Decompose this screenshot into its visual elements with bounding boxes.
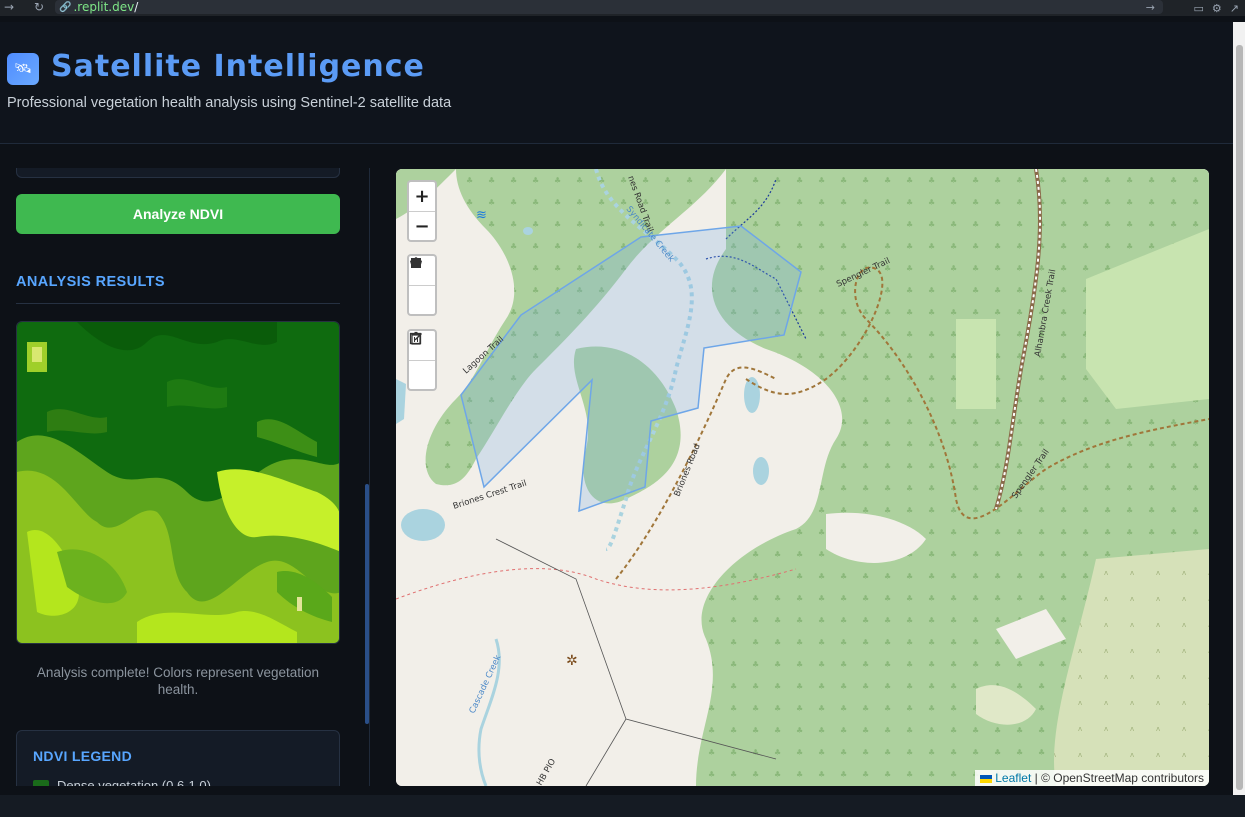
device-icon[interactable]: ▭	[1194, 2, 1204, 15]
map-tiles[interactable]: ♣ ᴧ	[396, 169, 1209, 786]
svg-text:✲: ✲	[566, 653, 578, 669]
leaflet-link[interactable]: Leaflet	[995, 771, 1031, 785]
reload-icon[interactable]: ↻	[30, 0, 48, 16]
go-arrow-icon[interactable]: →	[1146, 1, 1155, 14]
sidebar-divider	[369, 168, 370, 786]
legend-item: Dense vegetation (0.6-1.0)	[33, 778, 211, 786]
url-path: /	[134, 0, 139, 14]
legend-swatch	[33, 779, 49, 786]
analysis-results-heading: ANALYSIS RESULTS	[16, 274, 166, 290]
trash-icon	[411, 331, 421, 345]
ndvi-result-image	[16, 321, 340, 644]
previous-section-card	[16, 168, 340, 178]
map-view[interactable]: ♣ ᴧ	[396, 169, 1209, 786]
draw-toolbar	[407, 254, 437, 316]
delete-layers-button[interactable]	[409, 331, 435, 389]
forward-icon[interactable]: →	[0, 0, 18, 16]
page-scrollbar-thumb[interactable]	[1236, 45, 1243, 790]
page-subtitle: Professional vegetation health analysis …	[7, 95, 452, 111]
ukraine-flag-icon	[979, 774, 992, 783]
rectangle-icon	[411, 258, 421, 268]
ndvi-legend-card: NDVI LEGEND Dense vegetation (0.6-1.0)	[16, 730, 340, 786]
map-attribution: Leaflet | © OpenStreetMap contributors	[974, 770, 1209, 786]
legend-label: Dense vegetation (0.6-1.0)	[57, 778, 211, 786]
link-icon: 🔗	[59, 1, 72, 13]
bottom-bar	[0, 795, 1245, 817]
zoom-out-button[interactable]: −	[409, 211, 435, 240]
analyze-ndvi-button[interactable]: Analyze NDVI	[16, 194, 340, 234]
edit-toolbar	[407, 329, 437, 391]
svg-text:≋: ≋	[476, 208, 487, 223]
divider	[16, 303, 340, 304]
zoom-control: + −	[407, 180, 437, 242]
browser-toolbar: → ↻ 🔗 .replit.dev / → ▭ ⚙ ↗	[0, 0, 1245, 16]
satellite-logo-icon: 🛰	[7, 53, 39, 85]
page-title: Satellite Intelligence	[51, 49, 425, 84]
legend-title: NDVI LEGEND	[33, 748, 132, 764]
address-bar[interactable]: 🔗 .replit.dev / →	[55, 0, 1163, 14]
attribution-text: | © OpenStreetMap contributors	[1034, 771, 1204, 785]
devtools-icon[interactable]: ⚙	[1212, 2, 1222, 15]
sidebar: Analyze NDVI ANALYSIS RESULTS Analysis c…	[0, 168, 370, 786]
open-external-icon[interactable]: ↗	[1230, 2, 1239, 15]
zoom-in-button[interactable]: +	[409, 182, 435, 211]
analysis-status-message: Analysis complete! Colors represent vege…	[36, 665, 320, 697]
app-header: 🛰 Satellite Intelligence Professional ve…	[0, 22, 1233, 144]
url-host: .replit.dev	[73, 0, 135, 14]
draw-rectangle-button[interactable]	[409, 258, 435, 314]
